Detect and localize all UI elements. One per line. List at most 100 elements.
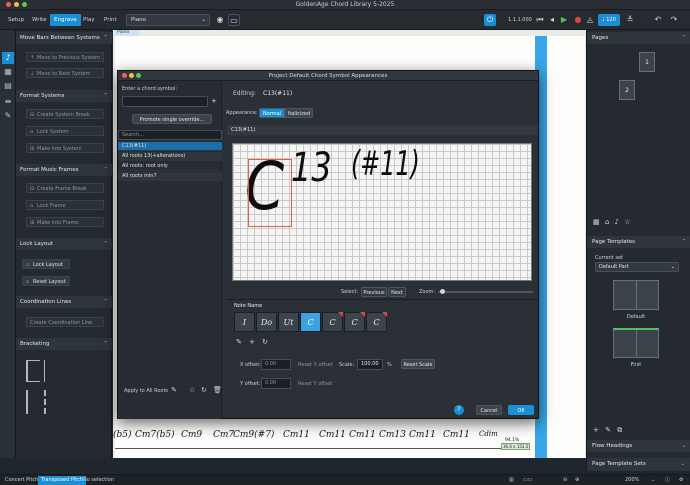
chord-symbol[interactable]: Cm7(b5) <box>135 430 175 440</box>
star-icon[interactable]: ☆ <box>189 386 195 394</box>
y-offset-input[interactable]: 0.00 <box>261 378 291 389</box>
move-next-system-button[interactable]: ⇣ Move to Next System <box>26 68 104 78</box>
zoom-slider[interactable] <box>438 289 533 294</box>
promote-override-button[interactable]: Promote single override... <box>132 114 212 124</box>
chord-symbol[interactable]: Cm11 <box>443 430 470 440</box>
section-format-frames[interactable]: Format Music Frames ⌃ <box>16 164 112 176</box>
zoom-in-icon[interactable]: ⊕ <box>572 476 582 485</box>
list-item[interactable]: C13(#11) <box>118 142 222 151</box>
chevron-down-icon[interactable]: ⌄ <box>648 476 658 485</box>
section-coordination-lines[interactable]: Coordination Lines ⌃ <box>16 296 112 308</box>
page-view-icon[interactable]: ▭▭ <box>520 476 535 485</box>
page-template-sets-header[interactable]: Page Template Sets ⌄ <box>586 458 690 471</box>
reset-icon[interactable]: ↻ <box>201 386 207 394</box>
fader-icon[interactable]: ≚ <box>624 14 636 26</box>
appearance-normal-toggle[interactable]: Normal <box>259 108 285 118</box>
back-icon[interactable]: ◂ <box>546 14 558 26</box>
rewind-icon[interactable]: ⏮ <box>534 14 546 26</box>
layout-select[interactable]: Piano ⌄ <box>126 14 210 26</box>
minimize-window-icon[interactable] <box>129 73 134 78</box>
bracket-icon[interactable] <box>26 360 40 382</box>
chord-symbol[interactable]: Cm13 <box>379 430 406 440</box>
zoom-out-icon[interactable]: ⊖ <box>560 476 570 485</box>
grid-icon[interactable]: ▦ <box>593 218 600 226</box>
tab-setup[interactable]: Setup <box>4 14 28 26</box>
preview-quality-glyph[interactable]: 13 <box>291 146 332 190</box>
tab-play[interactable]: Play <box>79 14 98 26</box>
section-move-bars[interactable]: Move Bars Between Systems ⌃ <box>16 32 112 44</box>
template-thumbnail-default[interactable] <box>613 280 659 310</box>
frame-icon[interactable]: ▦ <box>2 66 14 78</box>
brace-icon[interactable] <box>44 360 58 382</box>
page-actions[interactable]: ▦ ⌂ ♪ ☆ <box>593 218 631 226</box>
cancel-button[interactable]: Cancel <box>476 405 502 415</box>
view-options-icon[interactable]: ▥ <box>506 476 517 485</box>
plus-icon[interactable]: + <box>593 426 599 434</box>
lock-icon[interactable]: ⌂ <box>605 218 609 226</box>
zoom-slider-handle[interactable] <box>440 289 445 294</box>
note-name-option[interactable]: Ut <box>278 312 299 332</box>
x-offset-input[interactable]: 0.00 <box>261 359 291 370</box>
help-button[interactable]: ? <box>454 405 464 415</box>
click-icon[interactable]: ◬ <box>584 14 596 26</box>
redo-icon[interactable]: ↷ <box>668 14 680 26</box>
chord-symbol[interactable]: Cm11 <box>409 430 436 440</box>
page-thumbnail[interactable]: 1 <box>639 52 655 72</box>
pages-header[interactable]: Pages ⌃ <box>587 32 690 44</box>
tab-write[interactable]: Write <box>28 14 51 26</box>
chord-symbol[interactable]: Cm11 <box>283 430 310 440</box>
lock-system-button[interactable]: ⌂ Lock System <box>26 126 104 136</box>
add-chord-button[interactable]: + <box>211 97 217 105</box>
note-name-option[interactable]: C <box>300 312 321 332</box>
next-button[interactable]: Next <box>388 287 406 297</box>
section-format-systems[interactable]: Format Systems ⌃ <box>16 90 112 102</box>
galley-view-icon[interactable]: ▭ <box>228 14 240 26</box>
create-frame-break-button[interactable]: ⊟ Create Frame Break <box>26 183 104 193</box>
chord-symbol[interactable]: Cm11 <box>319 430 346 440</box>
reset-scale-button[interactable]: Reset Scale <box>401 359 435 369</box>
note-name-option[interactable]: Do <box>256 312 277 332</box>
page-templates-header[interactable]: Page Templates ⌃ <box>587 236 690 248</box>
plus-icon[interactable]: + <box>249 338 255 346</box>
music-note-icon[interactable]: ♪ <box>615 218 619 226</box>
ok-button[interactable]: OK <box>508 405 534 415</box>
play-icon[interactable]: ▶ <box>558 14 570 26</box>
record-icon[interactable]: ● <box>572 14 584 26</box>
chord-symbol[interactable]: Cdim <box>479 430 498 438</box>
create-coordination-line-button[interactable]: Create Coordination Line <box>26 317 104 327</box>
section-bracketing[interactable]: Bracketing ⌃ <box>16 338 112 350</box>
zoom-window-icon[interactable] <box>136 73 141 78</box>
note-name-option[interactable]: I <box>234 312 255 332</box>
reset-y-offset-button[interactable]: Reset Y offset <box>298 381 332 387</box>
dialog-window-controls[interactable] <box>122 73 141 78</box>
graphic-edit-icon[interactable]: ♪ <box>2 52 14 64</box>
pencil-icon[interactable]: ✎ <box>171 386 177 394</box>
lock-layout-button[interactable]: ⌂ Lock Layout <box>22 259 70 269</box>
barline-join-icon[interactable] <box>44 390 58 414</box>
reset-layout-button[interactable]: ⌂ Reset Layout <box>22 276 70 286</box>
undo-icon[interactable]: ↶ <box>652 14 664 26</box>
pencil-icon[interactable]: ✎ <box>2 110 14 122</box>
list-item[interactable]: All roots: root only <box>118 162 222 171</box>
pencil-icon[interactable]: ✎ <box>236 338 242 346</box>
chord-preview-canvas[interactable]: C 13 (#11) <box>232 143 532 281</box>
section-lock-layout[interactable]: Lock Layout ⌃ <box>16 238 112 250</box>
chord-symbol[interactable]: Cm9 <box>181 430 202 440</box>
close-window-icon[interactable] <box>122 73 127 78</box>
template-thumbnail-first[interactable] <box>613 328 659 358</box>
chord-symbol[interactable]: Cm11 <box>349 430 376 440</box>
chord-symbol-input[interactable] <box>122 96 208 107</box>
trash-icon[interactable]: 🗑 <box>213 386 222 394</box>
format-icon[interactable]: ▤ <box>2 80 14 92</box>
score-tab[interactable]: Piano <box>115 30 139 36</box>
preview-extension-glyph[interactable]: (#11) <box>351 142 420 186</box>
scale-input[interactable]: 100.00 <box>357 359 383 370</box>
transposed-pitch-toggle[interactable]: Transposed Pitch <box>38 476 87 485</box>
flow-headings-header[interactable]: Flow Headings ⌄ <box>587 440 690 452</box>
make-into-system-button[interactable]: ⊞ Make into System <box>26 143 104 153</box>
list-item[interactable]: All roots min7 <box>118 172 222 181</box>
sub-bracket-icon[interactable] <box>26 390 40 414</box>
chord-symbol[interactable]: Cm7 <box>213 430 234 440</box>
create-system-break-button[interactable]: ⊟ Create System Break <box>26 109 104 119</box>
appearance-italic-toggle[interactable]: Italicized <box>285 108 313 118</box>
